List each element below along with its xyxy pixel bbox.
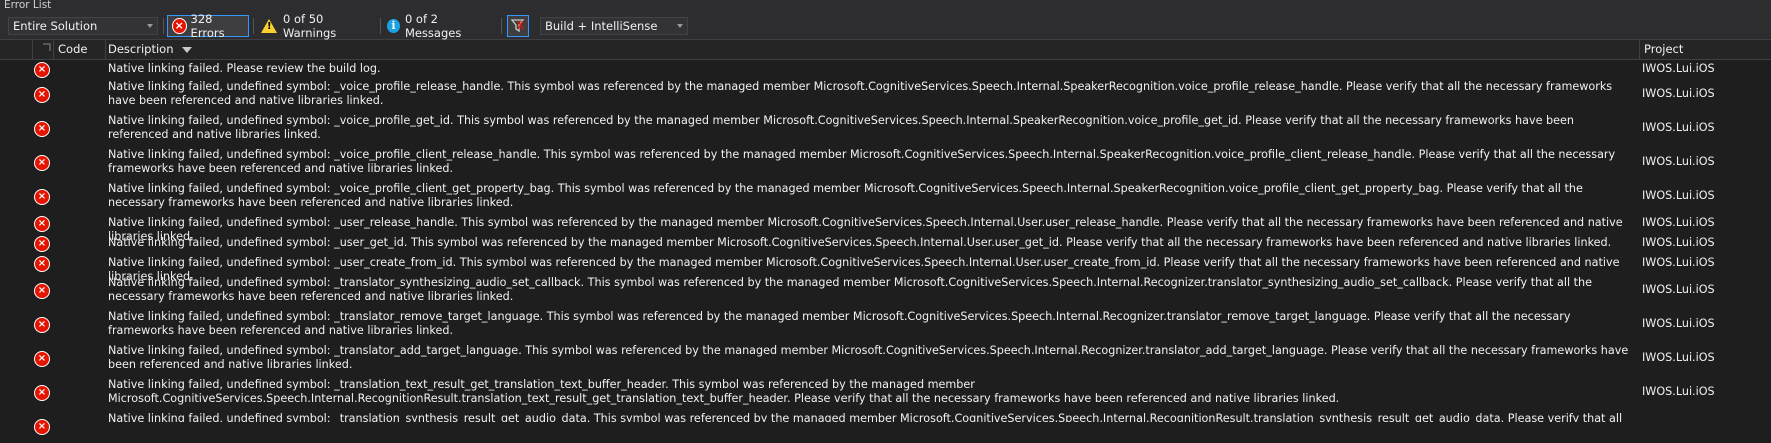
- filter-icon: [510, 19, 525, 33]
- error-icon: ×: [34, 216, 50, 232]
- error-icon: ×: [34, 87, 50, 103]
- error-description: Native linking failed, undefined symbol:…: [108, 182, 1583, 209]
- error-icon: ×: [172, 18, 187, 34]
- error-project: IWOS.Lui.iOS: [1642, 283, 1715, 296]
- table-row[interactable]: × Native linking failed, undefined symbo…: [0, 179, 1771, 213]
- error-description: Native linking failed, undefined symbol:…: [108, 148, 1616, 175]
- chevron-down-icon: [147, 24, 153, 28]
- chevron-down-icon: [677, 24, 683, 28]
- error-icon: ×: [34, 236, 50, 252]
- build-filter-value: Build + IntelliSense: [545, 19, 658, 33]
- column-project-label: Project: [1644, 42, 1684, 56]
- messages-label: 0 of 2 Messages: [404, 12, 462, 40]
- table-row[interactable]: × Native linking failed, undefined symbo…: [0, 145, 1771, 179]
- error-project: IWOS.Lui.iOS: [1642, 236, 1715, 249]
- error-icon: ×: [34, 283, 50, 299]
- scope-dropdown[interactable]: Entire Solution: [8, 17, 158, 35]
- scope-value: Entire Solution: [13, 19, 98, 33]
- table-row[interactable]: × Native linking failed. Please review t…: [0, 60, 1771, 78]
- errors-label: 328 Errors: [190, 12, 225, 40]
- errors-filter-button[interactable]: × 328 Errors: [167, 12, 249, 40]
- toolbar-separator: [253, 18, 254, 34]
- error-project: IWOS.Lui.iOS: [1642, 189, 1715, 202]
- error-list-rows: × Native linking failed. Please review t…: [0, 60, 1771, 443]
- table-row[interactable]: × Native linking failed, undefined symbo…: [0, 307, 1771, 341]
- error-project: IWOS.Lui.iOS: [1642, 155, 1715, 168]
- error-icon: ×: [34, 419, 50, 435]
- error-description: Native linking failed, undefined symbol:…: [108, 236, 1612, 249]
- error-project: IWOS.Lui.iOS: [1642, 121, 1715, 134]
- error-icon: ×: [34, 62, 50, 78]
- column-header-type[interactable]: [33, 40, 54, 59]
- table-row[interactable]: × Native linking failed, undefined symbo…: [0, 409, 1771, 443]
- error-description: Native linking failed, undefined symbol:…: [108, 310, 1571, 337]
- column-code-label: Code: [58, 42, 88, 56]
- error-icon: ×: [34, 385, 50, 401]
- build-filter-dropdown[interactable]: Build + IntelliSense: [540, 17, 688, 35]
- error-description: Native linking failed, undefined symbol:…: [108, 412, 1623, 422]
- error-description: Native linking failed, undefined symbol:…: [108, 378, 1340, 405]
- table-row[interactable]: × Native linking failed, undefined symbo…: [0, 213, 1771, 243]
- error-icon: ×: [34, 317, 50, 333]
- panel-title: Error List: [0, 0, 1771, 11]
- error-description: Native linking failed, undefined symbol:…: [108, 114, 1574, 141]
- error-description: Native linking failed, undefined symbol:…: [108, 80, 1613, 107]
- sort-descending-icon: [182, 46, 193, 53]
- warnings-filter-button[interactable]: ! 0 of 50 Warnings: [257, 12, 375, 40]
- error-icon: ×: [34, 256, 50, 272]
- info-icon: i: [387, 19, 400, 33]
- toolbar-separator: [501, 18, 502, 34]
- column-header-description[interactable]: Description: [104, 40, 1640, 59]
- warning-icon: !: [261, 19, 277, 33]
- error-project: IWOS.Lui.iOS: [1642, 385, 1715, 398]
- error-icon: ×: [34, 189, 50, 205]
- column-header-icon[interactable]: [0, 40, 51, 59]
- table-row[interactable]: × Native linking failed, undefined symbo…: [0, 111, 1771, 145]
- error-description: Native linking failed. Please review the…: [108, 62, 381, 75]
- filter-current-document-button[interactable]: [507, 15, 529, 37]
- error-project: IWOS.Lui.iOS: [1642, 216, 1715, 229]
- table-row[interactable]: × Native linking failed, undefined symbo…: [0, 273, 1771, 307]
- table-row[interactable]: × Native linking failed, undefined symbo…: [0, 375, 1771, 409]
- column-header-row: Code Description Project: [0, 40, 1771, 60]
- column-header-code[interactable]: Code: [54, 40, 106, 59]
- error-project: IWOS.Lui.iOS: [1642, 351, 1715, 364]
- warnings-label: 0 of 50 Warnings: [283, 12, 337, 40]
- toolbar-separator: [380, 18, 381, 34]
- error-project: IWOS.Lui.iOS: [1642, 62, 1715, 75]
- error-project: IWOS.Lui.iOS: [1642, 87, 1715, 100]
- table-row[interactable]: × Native linking failed, undefined symbo…: [0, 341, 1771, 375]
- error-list-toolbar: Entire Solution × 328 Errors ! 0 of 50 W…: [0, 11, 1771, 40]
- toolbar-separator: [163, 18, 164, 34]
- error-description: Native linking failed, undefined symbol:…: [108, 276, 1592, 303]
- column-description-label: Description: [108, 42, 174, 56]
- error-icon: ×: [34, 155, 50, 171]
- error-icon: ×: [34, 121, 50, 137]
- table-row[interactable]: × Native linking failed, undefined symbo…: [0, 253, 1771, 283]
- error-project: IWOS.Lui.iOS: [1642, 317, 1715, 330]
- table-row[interactable]: × Native linking failed, undefined symbo…: [0, 77, 1771, 111]
- table-row[interactable]: × Native linking failed, undefined symbo…: [0, 233, 1771, 253]
- error-project: IWOS.Lui.iOS: [1642, 256, 1715, 269]
- error-icon: ×: [34, 351, 50, 367]
- messages-filter-button[interactable]: i 0 of 2 Messages: [383, 12, 495, 40]
- column-header-project[interactable]: Project: [1640, 40, 1771, 59]
- error-description: Native linking failed, undefined symbol:…: [108, 344, 1629, 371]
